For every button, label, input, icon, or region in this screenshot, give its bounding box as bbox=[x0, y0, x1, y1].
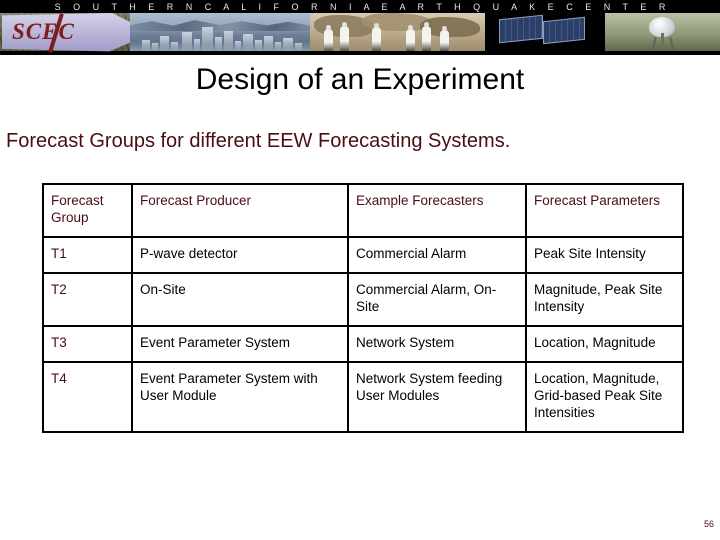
column-header-example-forecasters: Example Forecasters bbox=[347, 183, 527, 238]
page-title: Design of an Experiment bbox=[195, 63, 525, 96]
table-row: T4 Event Parameter System with User Modu… bbox=[42, 361, 684, 433]
researcher-figure bbox=[324, 25, 333, 51]
scec-logo: SCEC bbox=[2, 13, 130, 53]
organization-title: S O U T H E R N C A L I F O R N I A E A … bbox=[54, 2, 671, 12]
cell-producer: P-wave detector bbox=[131, 236, 349, 274]
researcher-figure bbox=[422, 22, 431, 51]
smog-haze bbox=[130, 41, 310, 51]
table-row: T3 Event Parameter System Network System… bbox=[42, 325, 684, 363]
cell-group: T4 bbox=[42, 361, 133, 433]
column-header-forecast-parameters: Forecast Parameters bbox=[525, 183, 684, 238]
researcher-figure bbox=[406, 25, 415, 51]
cell-group: T1 bbox=[42, 236, 133, 274]
cell-forecasters: Commercial Alarm bbox=[347, 236, 527, 274]
researcher-figure bbox=[372, 23, 381, 51]
forecast-groups-table: Forecast Group Forecast Producer Example… bbox=[42, 183, 684, 433]
photo-field-researchers bbox=[310, 13, 485, 51]
cell-producer: Event Parameter System with User Module bbox=[131, 361, 349, 433]
cell-forecasters: Network System feeding User Modules bbox=[347, 361, 527, 433]
dish-leg bbox=[651, 36, 657, 51]
scec-logo-text: SCEC bbox=[12, 19, 75, 44]
photo-los-angeles-skyline bbox=[130, 13, 310, 51]
dish-mast bbox=[661, 33, 664, 47]
cell-producer: Event Parameter System bbox=[131, 325, 349, 363]
cell-parameters: Magnitude, Peak Site Intensity bbox=[525, 272, 684, 327]
page-number: 56 bbox=[703, 519, 714, 529]
slide-subtitle: Forecast Groups for different EEW Foreca… bbox=[6, 130, 511, 152]
table-row: T1 P-wave detector Commercial Alarm Peak… bbox=[42, 236, 684, 274]
cell-parameters: Location, Magnitude bbox=[525, 325, 684, 363]
cell-group: T3 bbox=[42, 325, 133, 363]
cell-producer: On-Site bbox=[131, 272, 349, 327]
researcher-figure bbox=[440, 26, 449, 51]
photo-solar-panels bbox=[485, 13, 605, 51]
table-row: T2 On-Site Commercial Alarm, On-Site Mag… bbox=[42, 272, 684, 327]
researcher-figure bbox=[340, 22, 349, 51]
cell-forecasters: Commercial Alarm, On-Site bbox=[347, 272, 527, 327]
cell-forecasters: Network System bbox=[347, 325, 527, 363]
table-header-row: Forecast Group Forecast Producer Example… bbox=[42, 183, 684, 238]
column-header-forecast-producer: Forecast Producer bbox=[131, 183, 349, 238]
cell-parameters: Peak Site Intensity bbox=[525, 236, 684, 274]
photo-satellite-dish bbox=[605, 13, 720, 51]
dish-leg bbox=[669, 36, 675, 51]
column-header-forecast-group: Forecast Group bbox=[42, 183, 133, 238]
cell-parameters: Location, Magnitude, Grid-based Peak Sit… bbox=[525, 361, 684, 433]
scec-header-banner: S O U T H E R N C A L I F O R N I A E A … bbox=[0, 0, 720, 55]
cell-group: T2 bbox=[42, 272, 133, 327]
